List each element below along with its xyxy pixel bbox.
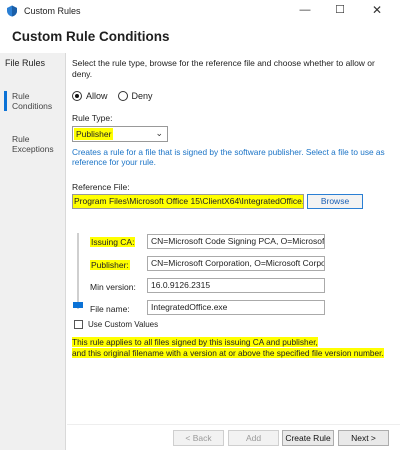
deny-radio-label[interactable]: Deny xyxy=(132,91,153,101)
custom-values-row[interactable]: Use Custom Values xyxy=(74,320,158,329)
title-bar: Custom Rules — ☐ ✕ xyxy=(0,0,400,22)
sidebar-item-rule-exceptions[interactable]: Rule Exceptions xyxy=(12,134,62,154)
window-title: Custom Rules xyxy=(24,6,81,16)
min-version-field[interactable]: 16.0.9126.2315 xyxy=(147,278,325,293)
add-button[interactable]: Add xyxy=(228,430,279,446)
min-version-label: Min version: xyxy=(90,282,136,292)
custom-values-checkbox[interactable] xyxy=(74,320,83,329)
rule-summary-line-1: This rule applies to all files signed by… xyxy=(72,337,318,347)
chevron-down-icon: ⌄ xyxy=(155,128,163,138)
page-title: Custom Rule Conditions xyxy=(12,29,170,44)
issuing-ca-field[interactable]: CN=Microsoft Code Signing PCA, O=Microso… xyxy=(147,234,325,249)
browse-button[interactable]: Browse xyxy=(307,194,363,209)
reference-file-input[interactable]: Program Files\Microsoft Office 15\Client… xyxy=(72,194,304,209)
specificity-slider-thumb[interactable] xyxy=(73,302,83,308)
maximize-button[interactable]: ☐ xyxy=(325,0,355,20)
minimize-button[interactable]: — xyxy=(290,0,320,20)
publisher-field[interactable]: CN=Microsoft Corporation, O=Microsoft Co… xyxy=(147,256,325,271)
allow-radio[interactable] xyxy=(72,91,82,101)
back-button[interactable]: < Back xyxy=(173,430,224,446)
publisher-label: Publisher: xyxy=(90,260,130,270)
rule-type-label: Rule Type: xyxy=(72,113,113,123)
allow-radio-label[interactable]: Allow xyxy=(86,91,108,101)
file-name-field[interactable]: IntegratedOffice.exe xyxy=(147,300,325,315)
reference-file-label: Reference File: xyxy=(72,182,130,192)
app-shield-icon xyxy=(7,5,17,17)
create-rule-button[interactable]: Create Rule xyxy=(282,430,334,446)
deny-radio[interactable] xyxy=(117,91,128,101)
close-button[interactable]: ✕ xyxy=(362,0,392,20)
footer-divider xyxy=(67,424,400,425)
sidebar: File Rules Rule Conditions Rule Exceptio… xyxy=(0,53,66,450)
rule-summary-line-2: and this original filename with a versio… xyxy=(72,347,384,358)
sidebar-item-rule-conditions[interactable]: Rule Conditions xyxy=(4,91,62,111)
file-name-label: File name: xyxy=(90,304,130,314)
rule-summary-note: This rule applies to all files signed by… xyxy=(72,337,394,358)
rule-type-value: Publisher xyxy=(74,128,114,140)
specificity-slider-track[interactable] xyxy=(77,233,79,309)
action-radio-group: Allow Deny xyxy=(72,89,163,103)
next-button[interactable]: Next > xyxy=(338,430,389,446)
rule-type-info: Creates a rule for a file that is signed… xyxy=(72,147,385,167)
page-description: Select the rule type, browse for the ref… xyxy=(72,58,375,79)
custom-values-label[interactable]: Use Custom Values xyxy=(88,320,158,329)
rule-type-dropdown[interactable]: Publisher ⌄ xyxy=(72,126,168,142)
issuing-ca-label: Issuing CA: xyxy=(90,237,136,247)
sidebar-header: File Rules xyxy=(5,58,46,68)
